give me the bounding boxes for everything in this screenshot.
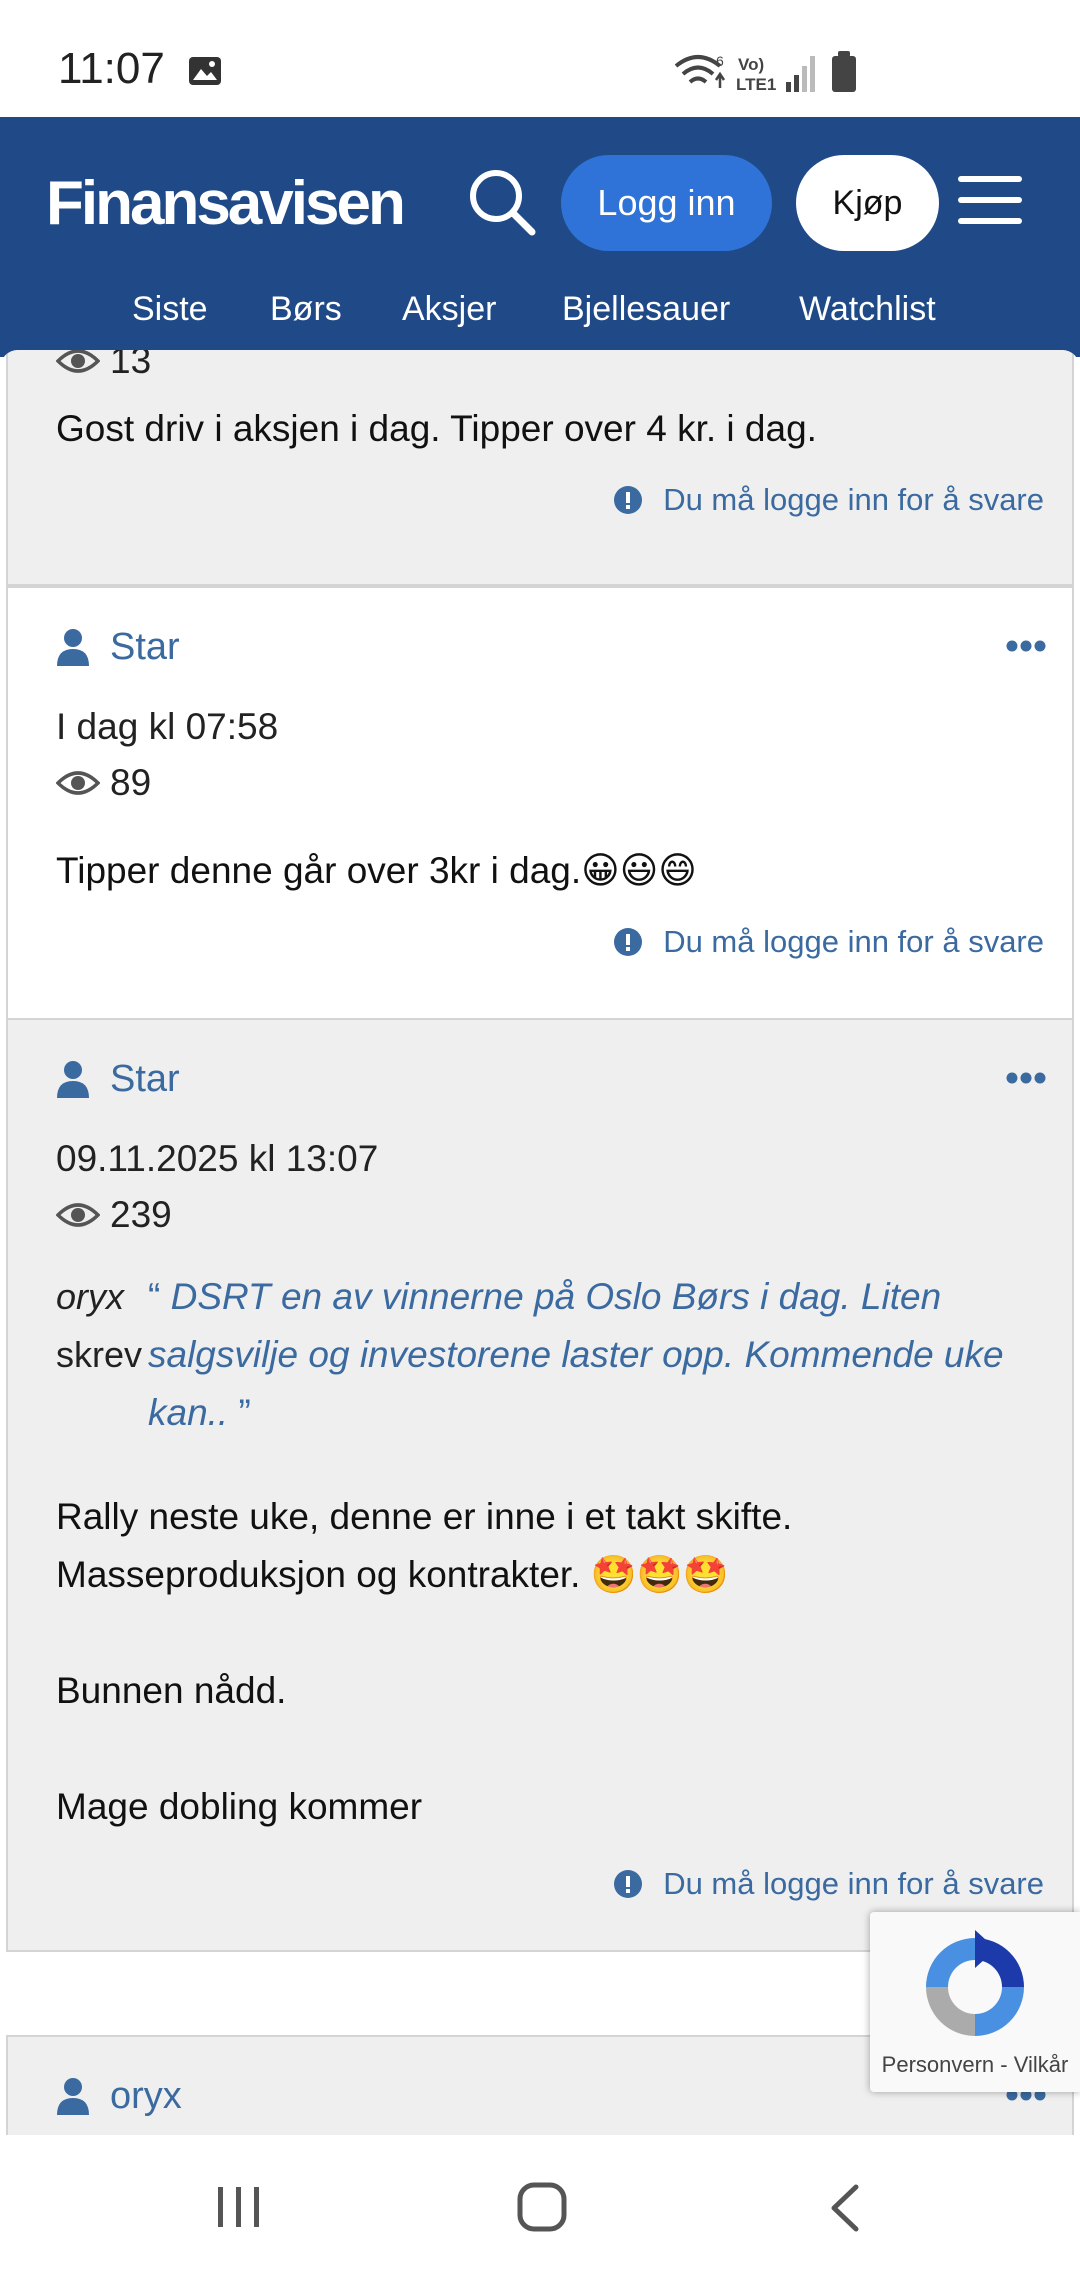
volte-icon: Vo) LTE1 [736, 55, 776, 94]
eye-icon [56, 350, 100, 373]
comment-feed[interactable]: 13 Gost driv i aksjen i dag. Tipper over… [0, 350, 1080, 2135]
comment-post: 13 Gost driv i aksjen i dag. Tipper over… [6, 350, 1074, 586]
comment-line: Rally neste uke, denne er inne i et takt… [56, 1496, 793, 1537]
eye-icon [56, 1203, 100, 1227]
quote-author[interactable]: oryx [56, 1276, 124, 1317]
close-quote-icon: ” [238, 1392, 251, 1433]
alert-icon [614, 486, 643, 514]
status-bar: 11:07 6 Vo) LTE1 [0, 0, 1080, 117]
view-count: 89 [56, 762, 151, 804]
comment-text: Tipper denne går over 3kr i dag.😀😃😄 [56, 850, 697, 891]
comment-post: Star I dag kl 07:58 89 Tipper denne går … [6, 586, 1074, 1020]
section-nav: Siste Børs Aksjer Bjellesauer Watchlist [0, 290, 1080, 346]
comment-author[interactable]: Star [110, 626, 180, 669]
system-navigation-bar [0, 2135, 1080, 2280]
nav-item-bors[interactable]: Børs [270, 290, 342, 329]
view-count: 13 [56, 350, 151, 382]
hamburger-menu-icon[interactable] [958, 176, 1022, 226]
login-to-reply-link[interactable]: Du må logge inn for å svare [613, 1866, 1044, 1902]
nav-item-watchlist[interactable]: Watchlist [799, 290, 936, 329]
status-time: 11:07 [58, 44, 165, 93]
comment-line: Masseproduksjon og kontrakter. 🤩🤩🤩 [56, 1554, 729, 1595]
battery-icon [832, 51, 856, 92]
nav-item-aksjer[interactable]: Aksjer [402, 290, 496, 329]
comment-line: Bunnen nådd. [56, 1670, 287, 1711]
quote-body: DSRT en av vinnerne på Oslo Børs i dag. … [148, 1276, 1004, 1433]
comment-text: Rally neste uke, denne er inne i et takt… [56, 1488, 1042, 1836]
reply-notice: Du må logge inn for å svare [663, 924, 1044, 959]
user-icon [57, 2078, 89, 2115]
reply-notice: Du må logge inn for å svare [663, 1866, 1044, 1901]
view-count-value: 89 [110, 762, 152, 803]
open-quote-icon: “ [148, 1276, 161, 1317]
view-count-value: 239 [110, 1194, 172, 1235]
reply-notice: Du må logge inn for å svare [663, 482, 1044, 517]
view-count: 239 [56, 1194, 172, 1236]
recent-apps-icon[interactable] [214, 2185, 264, 2229]
quoted-text[interactable]: “ DSRT en av vinnerne på Oslo Børs i dag… [148, 1268, 1048, 1442]
site-logo[interactable]: Finansavisen [46, 168, 406, 239]
recaptcha-terms-link[interactable]: Personvern - Vilkår [870, 2052, 1080, 2078]
back-icon[interactable] [826, 2183, 862, 2233]
user-icon [57, 629, 89, 666]
comment-post: Star 09.11.2025 kl 13:07 239 oryx skrev … [6, 1018, 1074, 1952]
nav-item-bjellesauer[interactable]: Bjellesauer [562, 290, 730, 329]
user-icon [57, 1061, 89, 1098]
quote-attribution: oryx skrev [56, 1268, 142, 1384]
comment-date: I dag kl 07:58 [56, 706, 279, 747]
more-options-icon[interactable] [1006, 640, 1046, 652]
more-options-icon[interactable] [1006, 1072, 1046, 1084]
recaptcha-icon [926, 1930, 1024, 2036]
alert-icon [614, 928, 643, 956]
recaptcha-badge[interactable]: Personvern - Vilkår [870, 1912, 1080, 2092]
login-to-reply-link[interactable]: Du må logge inn for å svare [613, 482, 1044, 518]
svg-text:Vo): Vo) [738, 55, 764, 74]
svg-text:6: 6 [716, 53, 724, 69]
status-icons: 6 Vo) LTE1 [674, 51, 856, 94]
image-icon [189, 57, 221, 85]
eye-icon [56, 771, 100, 795]
login-button[interactable]: Logg inn [561, 155, 772, 251]
signal-icon [786, 56, 815, 92]
comment-date: 09.11.2025 kl 13:07 [56, 1138, 379, 1179]
search-icon[interactable] [466, 166, 538, 238]
comment-author[interactable]: oryx [110, 2075, 182, 2118]
alert-icon [614, 1870, 643, 1898]
comment-author[interactable]: Star [110, 1058, 180, 1101]
nav-item-siste[interactable]: Siste [132, 290, 208, 329]
comment-text: Gost driv i aksjen i dag. Tipper over 4 … [56, 408, 817, 449]
login-to-reply-link[interactable]: Du må logge inn for å svare [613, 924, 1044, 960]
home-icon[interactable] [516, 2181, 568, 2233]
quote-verb: skrev [56, 1334, 143, 1375]
buy-button[interactable]: Kjøp [796, 155, 939, 251]
comment-line: Mage dobling kommer [56, 1786, 423, 1827]
view-count-value: 13 [110, 350, 152, 381]
wifi-icon: 6 [674, 53, 726, 88]
svg-text:LTE1: LTE1 [736, 75, 776, 94]
